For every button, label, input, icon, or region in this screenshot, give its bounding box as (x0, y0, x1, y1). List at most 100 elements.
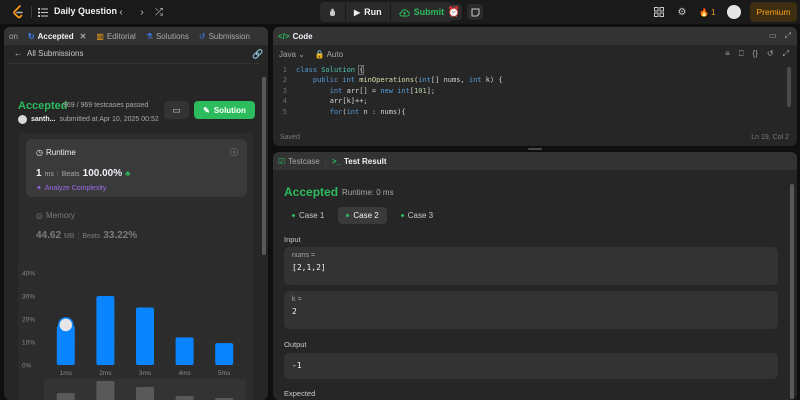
flask-icon: ⚗ (145, 31, 153, 41)
code-line: 1 class Solution { (282, 65, 365, 75)
input-param-k[interactable]: k = 2 (284, 291, 778, 329)
input-param-nums[interactable]: nums = [2,1,2] (284, 247, 778, 285)
case-tabs: Case 1 Case 2 Case 3 (284, 207, 441, 224)
memory-value-row: 44.62 MB | Beats 33.22% (36, 230, 137, 241)
memory-beats-label: Beats (82, 233, 101, 240)
chevron-left-icon[interactable]: ‹ (116, 6, 126, 18)
debug-button[interactable] (320, 2, 345, 22)
reset-icon[interactable]: ↺ (767, 49, 774, 59)
language-select[interactable]: Java ⌄ (279, 50, 305, 59)
gear-icon[interactable]: ⚙ (676, 6, 688, 18)
shuffle-icon[interactable]: ⤮ (153, 6, 165, 18)
code-toolbar: Java ⌄ 🔒 Auto ≡ ⎕ {} ↺ ⤢ (273, 45, 797, 63)
format-icon[interactable]: ≡ (725, 49, 730, 59)
minimize-icon[interactable]: ▭ (769, 31, 777, 41)
chart-bar (175, 337, 194, 365)
clock-icon: ◷ (36, 148, 43, 157)
saved-status: Saved (280, 134, 300, 141)
chevron-right-icon[interactable]: › (137, 6, 147, 18)
runtime-value-row: 1 ms | Beats 100.00% ♣ (36, 168, 130, 179)
run-submit-group: ▶ Run Submit (320, 2, 453, 22)
runtime-distribution-chart: 0%10%20%30%40%1ms2ms3ms4ms5ms1ms2ms3ms4m… (22, 271, 246, 400)
case-tab-3[interactable]: Case 3 (393, 207, 441, 224)
code-editor[interactable]: 1 class Solution { 2 public int minOpera… (273, 65, 797, 123)
y-tick-label: 10% (22, 340, 35, 347)
testcases-passed: 969 / 969 testcases passed (63, 102, 149, 109)
output-box[interactable]: -1 (284, 353, 778, 379)
chart-bar (136, 307, 154, 365)
fullscreen-icon[interactable]: ⤢ (783, 49, 789, 59)
code-line: 5 for(int n : nums){ (282, 107, 406, 116)
back-to-submissions[interactable]: ← All Submissions (14, 49, 83, 58)
share-link-icon[interactable]: 🔗 (252, 49, 263, 60)
output-label: Output (284, 340, 307, 349)
solution-label: Solution (213, 105, 246, 115)
alarm-clock-icon[interactable]: ⏰ (446, 4, 462, 20)
tab-editorial[interactable]: ▥ Editorial (91, 27, 140, 45)
tab-solutions[interactable]: ⚗ Solutions (141, 27, 194, 45)
avatar[interactable] (727, 5, 741, 19)
play-icon: ▶ (354, 7, 361, 17)
x-tick-label: 4ms (178, 370, 191, 377)
pass-dot-icon (346, 214, 350, 217)
result-scrollbar[interactable] (790, 184, 794, 399)
tab-test-result[interactable]: >_ Test Result (327, 152, 392, 170)
resize-handle[interactable] (528, 148, 542, 150)
problem-list-icon[interactable] (37, 6, 49, 18)
note-icon[interactable] (467, 4, 483, 20)
edit-icon: ✎ (203, 105, 210, 115)
tab-code[interactable]: </> Code (273, 27, 318, 45)
analyze-complexity-button[interactable]: ✦ Analyze Complexity (36, 184, 106, 193)
param-value: 2 (292, 307, 297, 316)
case-tab-1[interactable]: Case 1 (284, 207, 332, 224)
tab-accepted[interactable]: ↻ Accepted ✕ (23, 27, 91, 45)
tab-submissions[interactable]: ↺ Submission (194, 27, 255, 45)
test-result-panel: ☑ Testcase | >_ Test Result Accepted Run… (273, 152, 797, 400)
solution-button[interactable]: ✎ Solution (194, 101, 255, 119)
mini-bar (175, 396, 194, 400)
streak-counter[interactable]: 🔥 1 (699, 5, 715, 19)
x-tick-label: 2ms (99, 370, 112, 377)
x-tick-label: 5ms (218, 370, 231, 377)
leetcode-logo-icon[interactable] (11, 5, 25, 19)
case-tab-2[interactable]: Case 2 (338, 207, 387, 224)
submission-status: Accepted (18, 100, 68, 112)
runtime-label: Runtime (45, 148, 76, 157)
scrollbar[interactable] (262, 77, 266, 255)
tab-testcase[interactable]: ☑ Testcase (273, 152, 325, 170)
nav-divider (31, 6, 32, 18)
chip-icon: ◎ (36, 211, 43, 220)
divider (8, 63, 260, 64)
bookmark-icon[interactable]: ⎕ (739, 49, 744, 59)
tab-description[interactable]: on (4, 27, 23, 45)
premium-button[interactable]: Premium (750, 2, 797, 22)
layout-grid-icon[interactable] (653, 6, 665, 18)
editorial-button[interactable]: ▭ (164, 101, 189, 119)
param-name: k = (292, 296, 302, 303)
cloud-upload-icon (399, 8, 410, 16)
run-button[interactable]: ▶ Run (346, 2, 390, 22)
x-tick-label: 1ms (60, 370, 73, 377)
expand-icon[interactable]: ⤢ (785, 31, 791, 41)
memory-unit: MB (64, 233, 75, 240)
info-icon[interactable]: ⓘ (230, 147, 238, 158)
param-name: nums = (292, 252, 316, 259)
author-avatar[interactable] (18, 115, 27, 124)
streak-count: 1 (710, 7, 716, 17)
mode-toggle[interactable]: 🔒 Auto (315, 50, 343, 59)
close-icon[interactable]: ✕ (80, 32, 87, 41)
mini-bar (96, 381, 115, 400)
runtime-box[interactable]: ◷ Runtime ⓘ 1 ms | Beats 100.00% ♣ ✦ Ana… (26, 139, 247, 197)
value-separator: | (56, 171, 59, 178)
expected-label: Expected (284, 389, 316, 398)
author-name[interactable]: santh... (31, 116, 56, 123)
param-value: [2,1,2] (292, 263, 326, 272)
editor-scrollbar[interactable] (787, 67, 791, 107)
page-title[interactable]: Daily Question (54, 6, 117, 16)
memory-value: 44.62 (36, 230, 62, 241)
memory-header[interactable]: ◎ Memory (36, 211, 75, 220)
braces-icon[interactable]: {} (753, 49, 758, 59)
performance-card: ◷ Runtime ⓘ 1 ms | Beats 100.00% ♣ ✦ Ana… (18, 133, 254, 400)
y-tick-label: 30% (22, 294, 35, 301)
submit-button[interactable]: Submit (391, 2, 453, 22)
